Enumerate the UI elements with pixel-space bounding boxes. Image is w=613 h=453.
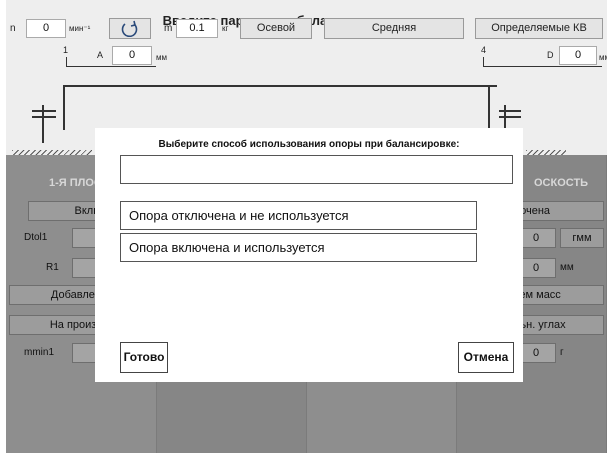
support-usage-dialog: Выберите способ использования опоры при … <box>95 128 523 382</box>
selected-mode-field[interactable] <box>120 155 513 184</box>
dtol1-label: Dtol1 <box>24 232 48 243</box>
support-4-number: 4 <box>481 45 487 55</box>
support-1-number: 1 <box>63 45 69 55</box>
plane-2-title: ОСКОСТЬ <box>534 177 589 189</box>
support-1-bearing <box>32 110 56 112</box>
n-field[interactable]: 0 <box>26 19 66 38</box>
dim-line-a <box>66 66 156 67</box>
option-support-disabled[interactable]: Опора отключена и не используется <box>120 201 477 230</box>
a-unit: мм <box>156 53 167 62</box>
dialog-title: Выберите способ использования опоры при … <box>158 139 460 150</box>
dtol2-unit-button[interactable]: гмм <box>560 228 604 248</box>
dim-line-d <box>484 66 602 67</box>
m-field[interactable]: 0.1 <box>176 19 218 38</box>
shaft-top <box>63 85 497 87</box>
plane-1-title: 1-Я ПЛОС <box>49 177 102 189</box>
option-support-enabled[interactable]: Опора включена и используется <box>120 233 477 262</box>
m-unit: кг <box>222 24 229 33</box>
a-field[interactable]: 0 <box>112 46 152 65</box>
cancel-button[interactable]: Отмена <box>458 342 514 373</box>
n-unit: мин⁻¹ <box>69 24 91 33</box>
determined-kv-button[interactable]: Определяемые КВ <box>475 18 603 39</box>
support-1-bearing-lower <box>32 116 56 118</box>
d-field[interactable]: 0 <box>559 46 597 65</box>
support-1-post <box>42 105 44 143</box>
support-4-bearing-lower <box>499 116 521 118</box>
shaft-left-end <box>63 85 65 130</box>
d-label: D <box>547 50 554 60</box>
m-label: m <box>164 23 173 34</box>
rotate-ccw-icon <box>121 20 138 38</box>
rotation-direction-button[interactable] <box>109 18 151 39</box>
n-label: n <box>10 23 16 34</box>
support-4-bearing <box>499 110 521 112</box>
a-label: A <box>97 50 104 60</box>
shaft-right-end <box>488 85 490 130</box>
done-button[interactable]: Готово <box>120 342 168 373</box>
r2-unit: мм <box>560 262 574 273</box>
mmin2-unit: г <box>560 347 564 358</box>
middle-button[interactable]: Средняя <box>324 18 464 39</box>
mmin1-label: mmin1 <box>24 347 55 358</box>
axial-button[interactable]: Осевой <box>240 18 312 39</box>
r1-label: R1 <box>46 262 59 273</box>
balancing-params-window: Введите параметры балансировки изделия: … <box>6 0 607 453</box>
d-unit: мм <box>599 53 607 62</box>
